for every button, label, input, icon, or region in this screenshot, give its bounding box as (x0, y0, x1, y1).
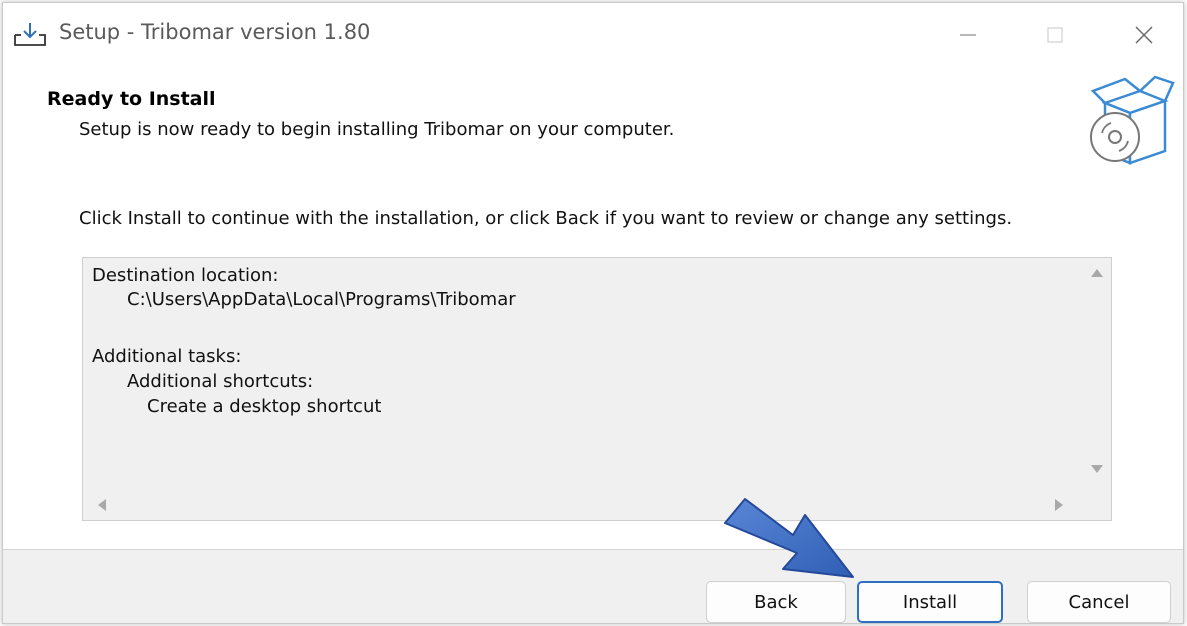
page-title: Ready to Install (47, 88, 216, 110)
blue-arrow-icon (724, 498, 854, 578)
setup-window: Setup - Tribomar version 1.80 Ready to I… (2, 2, 1184, 624)
memo-line: Additional shortcuts: (127, 371, 314, 392)
memo-line: Destination location: (92, 265, 279, 286)
wizard-header: Ready to Install Setup is now ready to b… (3, 65, 1183, 165)
scroll-down-icon[interactable] (1089, 461, 1105, 477)
install-button[interactable]: Install (857, 581, 1003, 623)
button-bar (3, 549, 1183, 623)
title-bar[interactable]: Setup - Tribomar version 1.80 (3, 3, 1183, 65)
scroll-right-icon[interactable] (1051, 497, 1067, 513)
memo-line: C:\Users\AppData\Local\Programs\Tribomar (127, 289, 516, 310)
memo-line: Create a desktop shortcut (147, 396, 382, 417)
scroll-left-icon[interactable] (94, 497, 110, 513)
maximize-icon[interactable] (1033, 13, 1077, 57)
download-icon (14, 23, 46, 46)
page-subtitle: Setup is now ready to begin installing T… (79, 119, 675, 140)
window-title: Setup - Tribomar version 1.80 (59, 20, 371, 44)
instruction-text: Click Install to continue with the insta… (79, 208, 1013, 229)
minimize-icon[interactable] (946, 13, 990, 57)
scroll-up-icon[interactable] (1089, 265, 1105, 281)
close-icon[interactable] (1122, 13, 1166, 57)
back-button[interactable]: Back (706, 581, 846, 623)
memo-line: Additional tasks: (92, 346, 242, 367)
cancel-button[interactable]: Cancel (1027, 581, 1171, 623)
software-box-icon (1090, 75, 1175, 165)
